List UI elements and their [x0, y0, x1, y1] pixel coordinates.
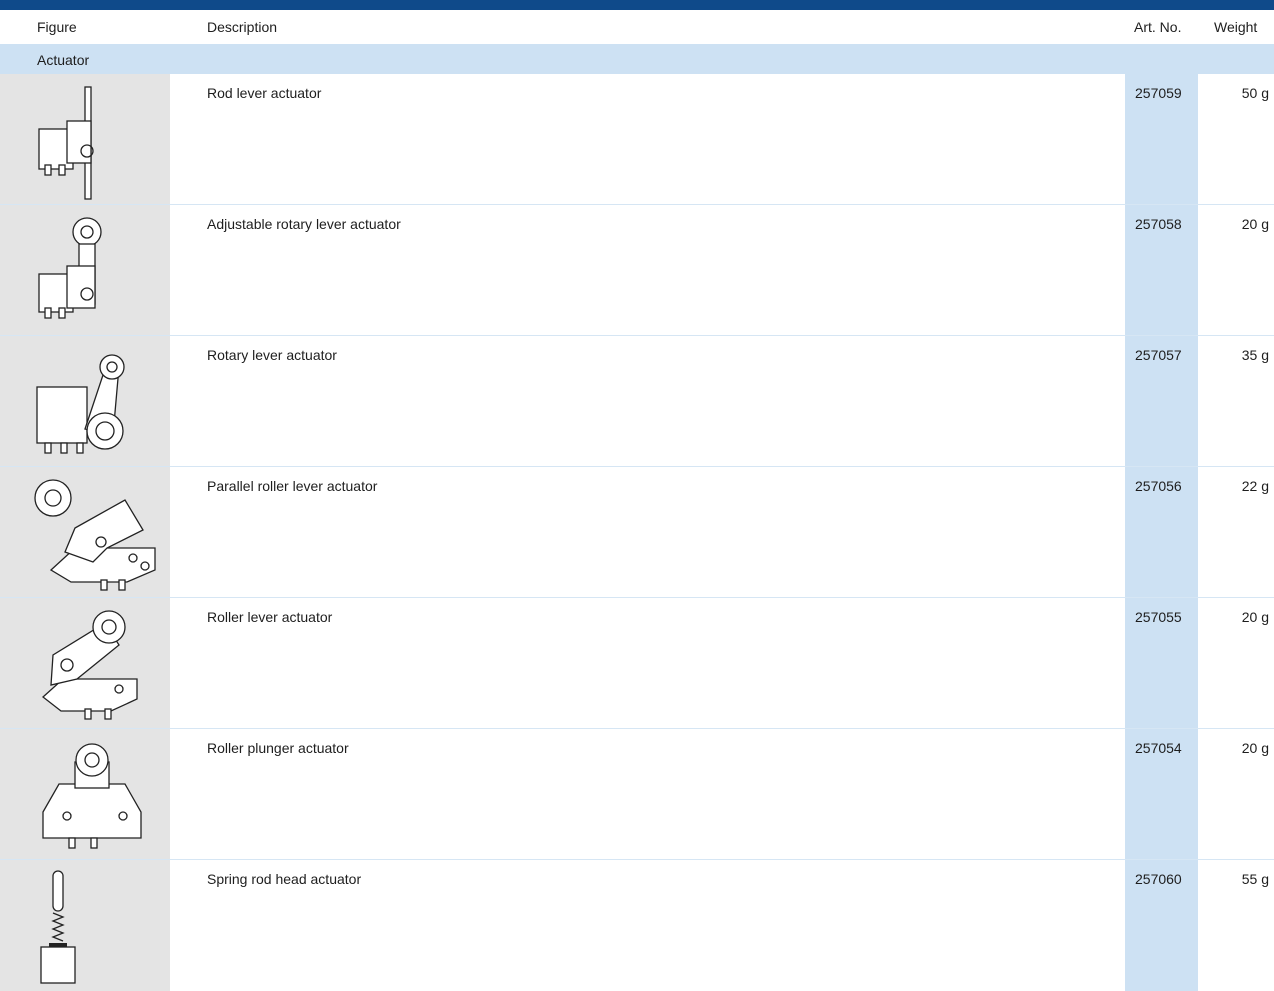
rotary-lever-actuator-icon [36, 354, 125, 454]
product-figure-cell [0, 598, 170, 728]
art-no-value: 257060 [1135, 871, 1182, 887]
product-figure-cell [0, 205, 170, 335]
art-no-cell: 257059 [1125, 74, 1198, 204]
product-table-body: Rod lever actuator 257059 50 g Adjustabl… [0, 74, 1274, 991]
description-column-header: Description [207, 19, 278, 35]
art-no-value: 257055 [1135, 609, 1182, 625]
art-no-value: 257056 [1135, 478, 1182, 494]
art-no-cell: 257058 [1125, 205, 1198, 335]
weight-column-header: Weight [1214, 19, 1258, 35]
product-description: Roller lever actuator [207, 609, 333, 625]
art-no-value: 257057 [1135, 347, 1182, 363]
table-row: Roller lever actuator 257055 20 g [0, 598, 1274, 729]
table-header: Figure Description Art. No. Weight [0, 10, 1274, 44]
weight-value: 20 g [1241, 740, 1269, 756]
art-no-cell: 257060 [1125, 860, 1198, 991]
weight-value: 20 g [1241, 609, 1269, 625]
weight-value: 35 g [1241, 347, 1269, 363]
adjustable-rotary-lever-actuator-icon [38, 217, 102, 319]
roller-lever-actuator-icon [41, 610, 138, 720]
product-figure-cell [0, 860, 170, 991]
top-accent-bar [0, 0, 1274, 10]
roller-plunger-actuator-icon [42, 743, 142, 849]
table-row: Rod lever actuator 257059 50 g [0, 74, 1274, 205]
art-no-value: 257058 [1135, 216, 1182, 232]
weight-value: 22 g [1241, 478, 1269, 494]
product-figure-cell [0, 336, 170, 466]
product-description: Roller plunger actuator [207, 740, 349, 756]
art-no-cell: 257057 [1125, 336, 1198, 466]
product-figure-cell [0, 74, 170, 204]
art-no-value: 257059 [1135, 85, 1182, 101]
product-description: Rotary lever actuator [207, 347, 337, 363]
product-description: Rod lever actuator [207, 85, 322, 101]
product-figure-cell [0, 729, 170, 859]
art-no-cell: 257055 [1125, 598, 1198, 728]
table-row: Adjustable rotary lever actuator 257058 … [0, 205, 1274, 336]
table-row: Roller plunger actuator 257054 20 g [0, 729, 1274, 860]
art-no-value: 257054 [1135, 740, 1182, 756]
spring-rod-head-actuator-icon [40, 870, 76, 984]
section-row-actuator: Actuator [0, 44, 1274, 74]
weight-value: 55 g [1241, 871, 1269, 887]
product-figure-cell [0, 467, 170, 597]
table-row: Rotary lever actuator 257057 35 g [0, 336, 1274, 467]
figure-column-header: Figure [37, 19, 77, 35]
product-description: Parallel roller lever actuator [207, 478, 378, 494]
table-row: Parallel roller lever actuator 257056 22… [0, 467, 1274, 598]
rod-lever-actuator-icon [38, 86, 94, 200]
art-no-column-header: Art. No. [1134, 19, 1182, 35]
parallel-roller-lever-actuator-icon [34, 479, 156, 591]
table-row: Spring rod head actuator 257060 55 g [0, 860, 1274, 991]
weight-value: 50 g [1241, 85, 1269, 101]
product-description: Spring rod head actuator [207, 871, 362, 887]
art-no-cell: 257054 [1125, 729, 1198, 859]
product-description: Adjustable rotary lever actuator [207, 216, 401, 232]
weight-value: 20 g [1241, 216, 1269, 232]
section-label: Actuator [37, 52, 90, 68]
art-no-cell: 257056 [1125, 467, 1198, 597]
